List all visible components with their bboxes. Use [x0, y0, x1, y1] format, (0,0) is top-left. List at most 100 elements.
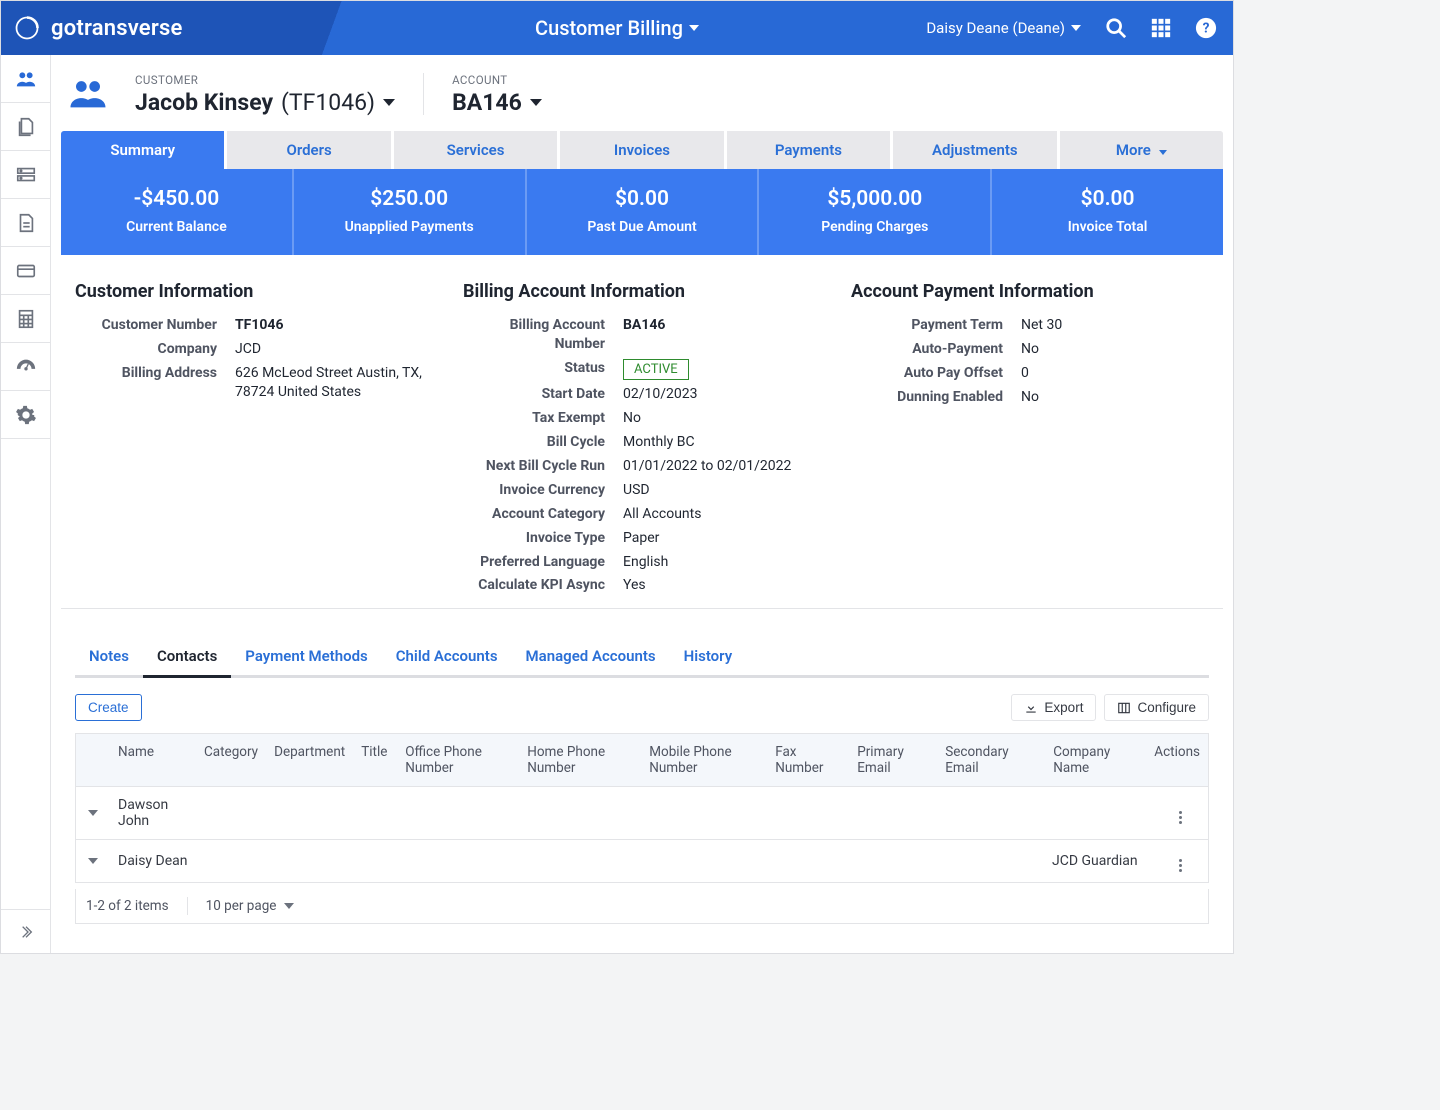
subtab-history[interactable]: History: [670, 639, 747, 678]
kv-value: 0: [1021, 364, 1209, 383]
cell-company: [1044, 803, 1152, 823]
tab-services[interactable]: Services: [394, 131, 560, 169]
app-title-dropdown[interactable]: Customer Billing: [535, 16, 699, 40]
col-pemail[interactable]: Primary Email: [849, 734, 937, 786]
kv-value: ACTIVE: [623, 359, 821, 381]
table-row[interactable]: Dawson John: [76, 787, 1208, 840]
tab-summary[interactable]: Summary: [61, 131, 227, 169]
sidebar-item-documents[interactable]: [1, 103, 51, 151]
subtab-managed-accounts[interactable]: Managed Accounts: [512, 639, 670, 678]
sidebar-item-billing[interactable]: [1, 247, 51, 295]
customers-icon: [15, 68, 37, 90]
export-button[interactable]: Export: [1011, 694, 1096, 721]
file-icon: [15, 212, 37, 234]
sidebar-item-calculator[interactable]: [1, 295, 51, 343]
col-title[interactable]: Title: [353, 734, 397, 786]
sidebar-item-customers[interactable]: [1, 55, 51, 103]
kv-key: Invoice Type: [463, 529, 623, 548]
subtab-payment-methods[interactable]: Payment Methods: [231, 639, 381, 678]
account-dropdown[interactable]: BA146: [452, 89, 542, 116]
per-page-dropdown[interactable]: 10 per page: [206, 898, 295, 914]
kv-key: Invoice Currency: [463, 481, 623, 500]
sidebar-item-settings[interactable]: [1, 391, 51, 439]
kv-value: Monthly BC: [623, 433, 821, 452]
sidebar-item-file[interactable]: [1, 199, 51, 247]
subtab-contacts[interactable]: Contacts: [143, 639, 231, 678]
configure-label: Configure: [1137, 700, 1196, 715]
table-row[interactable]: Daisy DeanJCD Guardian: [76, 840, 1208, 882]
kv-row: CompanyJCD: [75, 340, 433, 359]
cell-hphone: [518, 803, 640, 823]
user-menu[interactable]: Daisy Deane (Deane): [926, 19, 1081, 37]
tab-invoices[interactable]: Invoices: [560, 131, 726, 169]
col-ophone[interactable]: Office Phone Number: [397, 734, 519, 786]
billing-info-panel: Billing Account Information Billing Acco…: [463, 281, 821, 600]
subtab-notes[interactable]: Notes: [75, 639, 143, 678]
col-category[interactable]: Category: [196, 734, 266, 786]
sidebar-collapse[interactable]: [1, 909, 50, 953]
chevron-down-icon: [530, 99, 542, 106]
cell-hphone: [518, 851, 640, 871]
kv-key: Bill Cycle: [463, 433, 623, 452]
kv-row: Invoice TypePaper: [463, 529, 821, 548]
kv-value: 02/10/2023: [623, 385, 821, 404]
metric: $0.00Invoice Total: [992, 169, 1223, 255]
cell-title: [352, 803, 396, 823]
search-button[interactable]: [1105, 17, 1127, 39]
sidebar-spacer: [1, 439, 50, 909]
kv-row: Start Date02/10/2023: [463, 385, 821, 404]
main-tabs: SummaryOrdersServicesInvoicesPaymentsAdj…: [61, 131, 1223, 169]
expand-row-icon[interactable]: [88, 858, 98, 864]
tab-orders[interactable]: Orders: [227, 131, 393, 169]
subtab-child-accounts[interactable]: Child Accounts: [382, 639, 512, 678]
metric-label: Invoice Total: [996, 219, 1219, 235]
sidebar-item-gauge[interactable]: [1, 343, 51, 391]
cell-category: [196, 851, 266, 871]
kv-row: Customer NumberTF1046: [75, 316, 433, 335]
columns-icon: [1117, 701, 1131, 715]
col-name[interactable]: Name: [110, 734, 196, 786]
kv-row: Auto Pay Offset0: [851, 364, 1209, 383]
account-block: ACCOUNT BA146: [452, 73, 542, 116]
configure-button[interactable]: Configure: [1104, 694, 1209, 721]
col-actions: Actions: [1146, 734, 1208, 786]
panel-title: Customer Information: [75, 281, 433, 302]
kv-value: All Accounts: [623, 505, 821, 524]
svg-text:?: ?: [1203, 21, 1210, 37]
kv-key: Dunning Enabled: [851, 388, 1021, 407]
col-mphone[interactable]: Mobile Phone Number: [641, 734, 767, 786]
help-button[interactable]: ?: [1195, 17, 1217, 39]
kv-row: Next Bill Cycle Run01/01/2022 to 02/01/2…: [463, 457, 821, 476]
metric: $0.00Past Due Amount: [527, 169, 760, 255]
kv-key: Billing Account Number: [463, 316, 623, 354]
tab-more-label: More: [1116, 141, 1151, 159]
calculator-icon: [15, 308, 37, 330]
col-company[interactable]: Company Name: [1045, 734, 1146, 786]
tab-adjustments[interactable]: Adjustments: [893, 131, 1059, 169]
col-department[interactable]: Department: [266, 734, 353, 786]
kv-key: Tax Exempt: [463, 409, 623, 428]
chevron-down-icon: [1159, 150, 1167, 155]
table-footer: 1-2 of 2 items 10 per page: [75, 889, 1209, 924]
search-icon: [1105, 17, 1127, 39]
topbar: gotransverse Customer Billing Daisy Dean…: [1, 1, 1233, 55]
sidebar-item-data[interactable]: [1, 151, 51, 199]
col-fax[interactable]: Fax Number: [767, 734, 849, 786]
col-semail[interactable]: Secondary Email: [937, 734, 1045, 786]
tab-more[interactable]: More: [1060, 131, 1223, 169]
metric-value: $5,000.00: [763, 187, 986, 211]
chevron-down-icon: [689, 25, 699, 31]
create-button[interactable]: Create: [75, 694, 142, 721]
sub-tabs: NotesContactsPayment MethodsChild Accoun…: [61, 609, 1223, 678]
row-actions-menu[interactable]: [1160, 811, 1200, 824]
brand[interactable]: gotransverse: [13, 14, 183, 42]
row-actions-menu[interactable]: [1160, 859, 1200, 872]
result-count: 1-2 of 2 items: [86, 898, 169, 914]
tab-payments[interactable]: Payments: [727, 131, 893, 169]
expand-row-icon[interactable]: [88, 810, 98, 816]
customer-dropdown[interactable]: Jacob Kinsey (TF1046): [135, 89, 395, 116]
kv-row: Billing Address626 McLeod Street Austin,…: [75, 364, 433, 402]
apps-button[interactable]: [1151, 18, 1171, 38]
col-hphone[interactable]: Home Phone Number: [519, 734, 641, 786]
status-badge: ACTIVE: [623, 359, 689, 381]
